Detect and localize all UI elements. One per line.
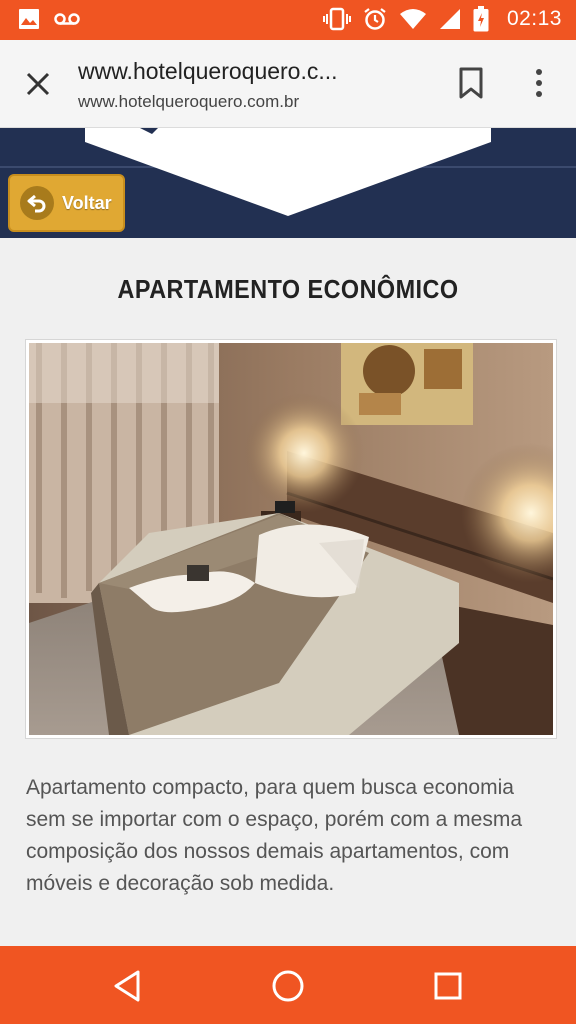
room-description: Apartamento compacto, para quem busca ec… bbox=[26, 776, 523, 895]
back-nav-button[interactable] bbox=[106, 964, 150, 1008]
home-circle-icon bbox=[266, 970, 310, 1012]
vibrate-icon bbox=[322, 7, 351, 31]
system-nav-bar bbox=[0, 946, 576, 1024]
status-bar: 02:13 bbox=[0, 0, 576, 40]
wifi-icon bbox=[399, 8, 427, 30]
bookmark-icon bbox=[456, 67, 486, 104]
image-icon bbox=[18, 8, 40, 30]
back-button-label: Voltar bbox=[62, 192, 112, 213]
recents-nav-button[interactable] bbox=[426, 964, 470, 1008]
more-vert-icon bbox=[526, 69, 552, 104]
recents-square-icon bbox=[426, 972, 470, 1012]
bookmark-button[interactable] bbox=[456, 66, 486, 100]
close-button[interactable] bbox=[22, 68, 54, 100]
custom-tab-toolbar: www.hotelqueroquero.c... www.hotelqueroq… bbox=[0, 40, 576, 128]
signal-icon bbox=[439, 8, 461, 30]
room-photo bbox=[26, 340, 556, 738]
battery-icon bbox=[473, 6, 489, 32]
site-header: Voltar bbox=[0, 128, 576, 238]
alarm-icon bbox=[363, 7, 387, 31]
overflow-menu-button[interactable] bbox=[526, 66, 552, 100]
home-nav-button[interactable] bbox=[266, 964, 310, 1008]
clock: 02:13 bbox=[506, 7, 562, 30]
close-icon bbox=[22, 72, 54, 104]
page-title: www.hotelqueroquero.c... bbox=[78, 58, 338, 84]
back-button[interactable]: Voltar bbox=[8, 174, 125, 232]
url-text[interactable]: www.hotelqueroquero.com.br bbox=[78, 92, 299, 112]
voicemail-icon bbox=[54, 12, 80, 26]
back-triangle-icon bbox=[106, 970, 150, 1012]
page-content: APARTAMENTO ECONÔMICO Apartamento compac… bbox=[0, 238, 576, 946]
room-title: APARTAMENTO ECONÔMICO bbox=[117, 274, 459, 304]
undo-arrow-icon bbox=[20, 186, 54, 220]
